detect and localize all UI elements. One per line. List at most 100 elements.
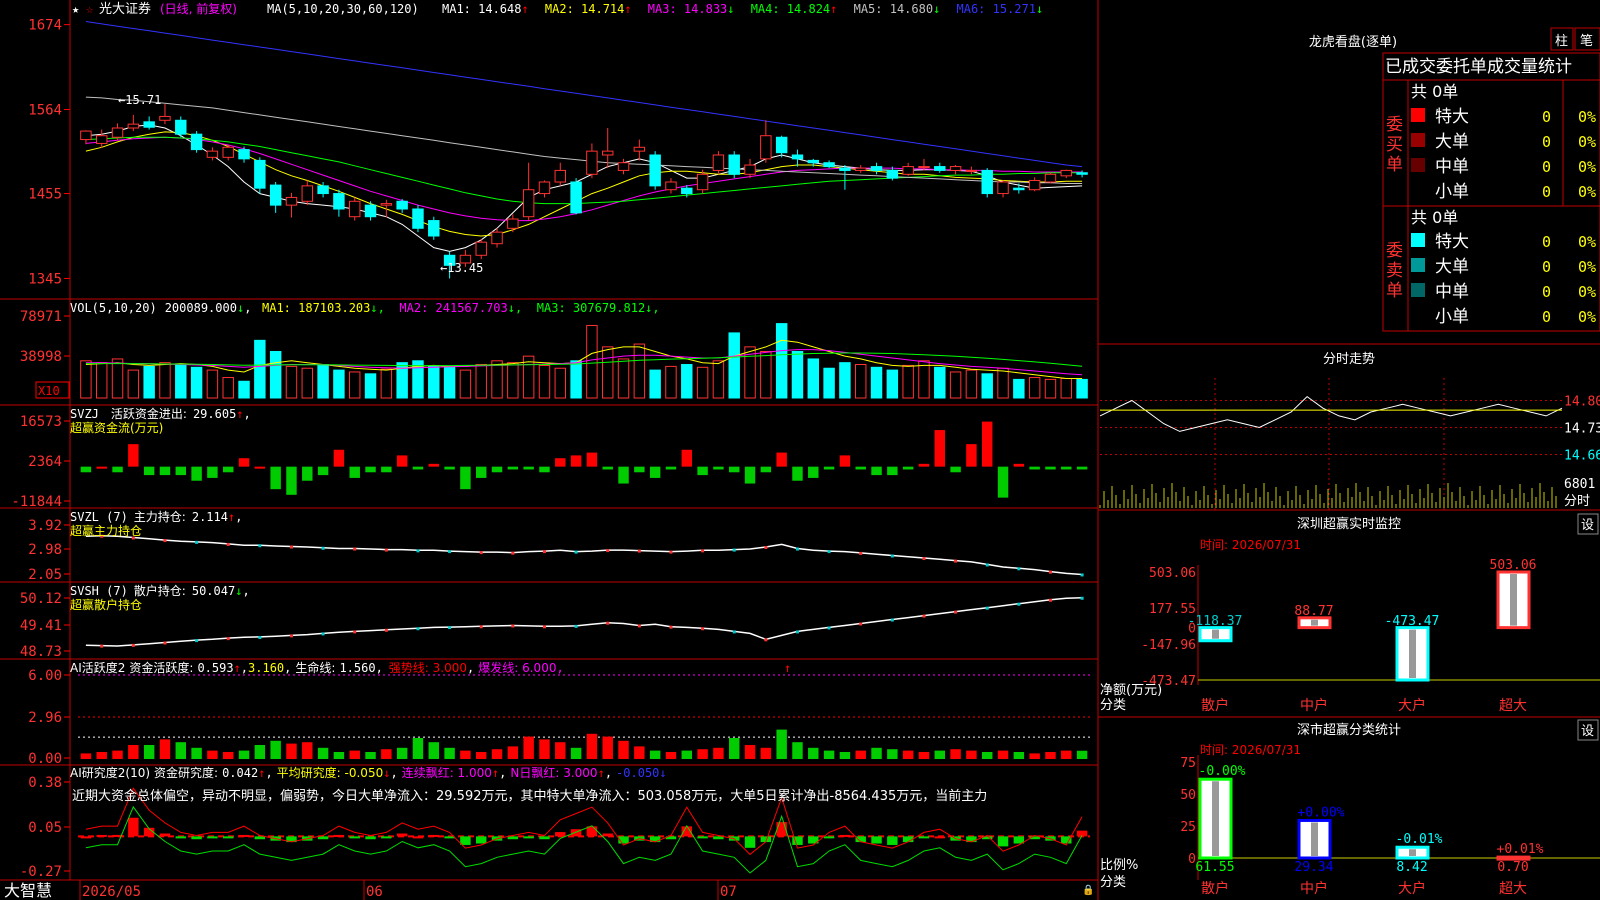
- candle[interactable]: [617, 162, 630, 171]
- fund-flow-bar[interactable]: [365, 466, 376, 473]
- volume-bar[interactable]: [285, 365, 298, 399]
- candle[interactable]: [633, 146, 646, 152]
- candle[interactable]: [175, 119, 187, 135]
- period-label[interactable]: (日线, 前复权): [160, 1, 237, 16]
- activity-bar[interactable]: [982, 752, 993, 759]
- candle[interactable]: [997, 181, 1009, 195]
- activity-bar[interactable]: [586, 733, 598, 759]
- volume-bar[interactable]: [807, 358, 819, 399]
- fund-flow-bar[interactable]: [1013, 463, 1025, 467]
- research-bar[interactable]: [428, 834, 439, 837]
- volume-bar[interactable]: [886, 369, 899, 399]
- candle[interactable]: [586, 150, 598, 175]
- research-bar[interactable]: [697, 836, 708, 839]
- fund-flow-bar[interactable]: [1061, 466, 1072, 470]
- research-bar[interactable]: [602, 833, 613, 837]
- activity-bar[interactable]: [302, 742, 313, 759]
- volume-bar[interactable]: [602, 346, 614, 399]
- fund-flow-bar[interactable]: [760, 466, 772, 473]
- research-bar[interactable]: [744, 836, 756, 848]
- fund-flow-bar[interactable]: [412, 466, 424, 470]
- volume-bar[interactable]: [459, 369, 472, 399]
- research-bar[interactable]: [887, 836, 898, 845]
- volume-bar[interactable]: [712, 360, 725, 399]
- fund-flow-bar[interactable]: [966, 444, 977, 467]
- research-bar[interactable]: [934, 836, 945, 839]
- research-bar[interactable]: [191, 836, 202, 840]
- activity-bar[interactable]: [317, 747, 329, 759]
- research-bar[interactable]: [523, 836, 534, 839]
- research-bar[interactable]: [586, 826, 598, 837]
- candle[interactable]: [222, 146, 234, 158]
- activity-bar[interactable]: [697, 749, 708, 759]
- ai-activity-chart[interactable]: [78, 674, 1090, 759]
- fund-flow-bar[interactable]: [159, 466, 171, 476]
- candle[interactable]: [886, 169, 899, 179]
- candle[interactable]: [285, 196, 298, 206]
- activity-bar[interactable]: [839, 752, 851, 759]
- star-icon[interactable]: ★: [72, 2, 79, 16]
- research-bar[interactable]: [333, 834, 345, 837]
- volume-bar[interactable]: [80, 360, 92, 399]
- fund-flow-bar[interactable]: [317, 466, 329, 476]
- svsh-chart[interactable]: [85, 596, 1084, 648]
- volume-bar[interactable]: [333, 369, 345, 399]
- activity-bar[interactable]: [96, 752, 107, 759]
- activity-bar[interactable]: [570, 747, 582, 759]
- candle[interactable]: [143, 121, 155, 128]
- research-bar[interactable]: [396, 833, 408, 837]
- candle[interactable]: [301, 185, 313, 202]
- candle[interactable]: [949, 166, 962, 171]
- candle[interactable]: [665, 181, 677, 191]
- volume-bar[interactable]: [190, 366, 203, 399]
- activity-bar[interactable]: [112, 750, 123, 759]
- fund-flow-bar[interactable]: [792, 466, 803, 481]
- activity-bar[interactable]: [918, 752, 930, 759]
- vol-unit[interactable]: X10: [38, 384, 60, 398]
- research-bar[interactable]: [159, 833, 171, 837]
- activity-bar[interactable]: [191, 747, 202, 759]
- volume-bar[interactable]: [96, 362, 108, 399]
- volume-bar[interactable]: [1028, 377, 1041, 399]
- research-bar[interactable]: [839, 834, 851, 837]
- candle[interactable]: [428, 220, 440, 237]
- fund-flow-bar[interactable]: [871, 466, 882, 476]
- bar-mode-label[interactable]: 柱: [1555, 34, 1568, 49]
- fund-flow-bar[interactable]: [997, 466, 1009, 498]
- volume-bar[interactable]: [839, 362, 851, 399]
- research-bar[interactable]: [349, 836, 360, 839]
- activity-bar[interactable]: [665, 752, 677, 759]
- research-bar[interactable]: [713, 836, 724, 840]
- pen-mode-label[interactable]: 笔: [1580, 33, 1593, 49]
- candle[interactable]: [981, 169, 993, 195]
- activity-bar[interactable]: [776, 729, 787, 759]
- activity-bar[interactable]: [507, 746, 519, 759]
- candle[interactable]: [807, 159, 819, 164]
- fund-flow-bar[interactable]: [681, 449, 692, 467]
- research-bar[interactable]: [223, 836, 234, 839]
- volume-bar[interactable]: [301, 367, 313, 399]
- activity-bar[interactable]: [681, 750, 692, 759]
- activity-bar[interactable]: [349, 750, 360, 759]
- fund-flow-bar[interactable]: [96, 466, 107, 469]
- activity-bar[interactable]: [238, 750, 250, 759]
- volume-bar[interactable]: [206, 369, 219, 399]
- activity-bar[interactable]: [476, 752, 487, 759]
- candle[interactable]: [491, 231, 503, 245]
- activity-bar[interactable]: [823, 750, 835, 759]
- tab-traded[interactable]: 已成交: [1385, 57, 1436, 77]
- volume-bar[interactable]: [380, 368, 393, 399]
- activity-bar[interactable]: [143, 745, 155, 759]
- candle[interactable]: [1060, 169, 1072, 177]
- volume-bar[interactable]: [665, 365, 677, 399]
- activity-bar[interactable]: [744, 745, 756, 759]
- activity-bar[interactable]: [760, 747, 772, 759]
- research-bar[interactable]: [460, 836, 471, 845]
- retail-holding-line[interactable]: [85, 597, 1083, 647]
- research-bar[interactable]: [207, 836, 218, 839]
- volume-bar[interactable]: [269, 351, 282, 399]
- research-bar[interactable]: [80, 836, 92, 839]
- candle[interactable]: [1076, 172, 1088, 175]
- fund-flow-bar[interactable]: [570, 455, 582, 467]
- fund-flow-bar[interactable]: [270, 466, 281, 490]
